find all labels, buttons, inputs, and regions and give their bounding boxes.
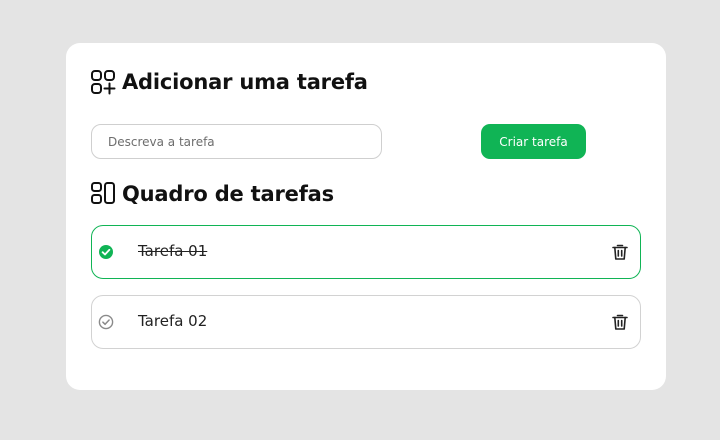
board-icon	[90, 181, 116, 207]
task-label: Tarefa 02	[138, 312, 208, 330]
task-item: Tarefa 01	[91, 225, 641, 279]
task-board-heading: Quadro de tarefas	[90, 181, 334, 207]
task-item: Tarefa 02	[91, 295, 641, 349]
task-board-title: Quadro de tarefas	[122, 182, 334, 206]
task-label: Tarefa 01	[138, 242, 208, 260]
check-circle-outline-icon[interactable]	[98, 314, 114, 330]
trash-icon[interactable]	[610, 242, 630, 262]
add-task-title: Adicionar uma tarefa	[122, 70, 368, 94]
check-circle-filled-icon[interactable]	[98, 244, 114, 260]
add-task-heading: Adicionar uma tarefa	[90, 69, 368, 95]
create-task-button[interactable]: Criar tarefa	[481, 124, 586, 159]
task-description-input[interactable]	[91, 124, 382, 159]
trash-icon[interactable]	[610, 312, 630, 332]
task-card: Adicionar uma tarefa Criar tarefa Quadro…	[66, 43, 666, 390]
add-squares-icon	[90, 69, 116, 95]
